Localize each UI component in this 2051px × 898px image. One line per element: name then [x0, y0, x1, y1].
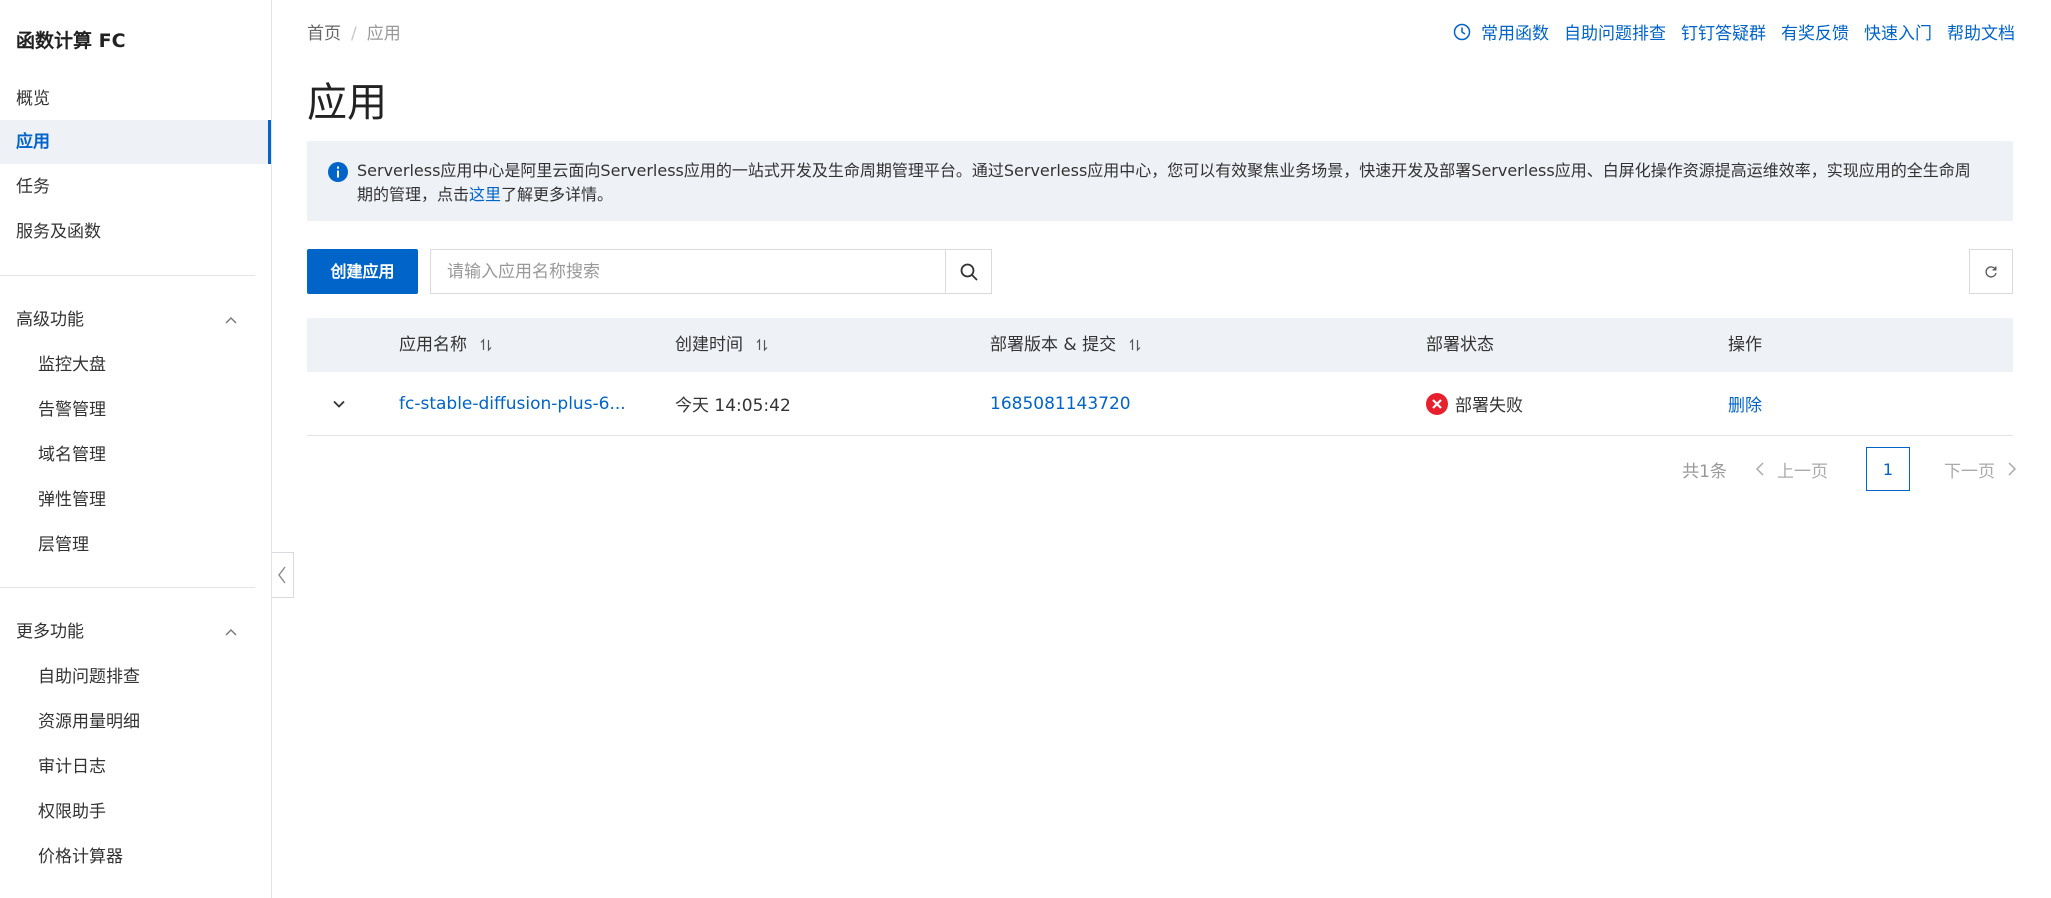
- sidebar-divider: [0, 275, 255, 276]
- app-name-link[interactable]: fc-stable-diffusion-plus-6...: [399, 372, 626, 435]
- notice-link[interactable]: 这里: [469, 185, 501, 204]
- sidebar-group-label: 高级功能: [16, 310, 84, 330]
- error-icon: [1426, 392, 1448, 415]
- sidebar-item-alert-management[interactable]: 告警管理: [0, 388, 271, 432]
- status-text: 部署失败: [1455, 396, 1523, 416]
- page-number-1[interactable]: 1: [1866, 447, 1910, 491]
- prev-page-button[interactable]: 上一页: [1755, 457, 1828, 482]
- chevron-up-icon: [225, 317, 237, 324]
- sort-icon[interactable]: [755, 338, 769, 352]
- search-button[interactable]: [945, 250, 991, 293]
- column-header-label: 应用名称: [399, 335, 467, 355]
- sort-icon[interactable]: [479, 338, 493, 352]
- table-header: 应用名称 创建时间 部署版本 & 提交 部署状态 操作: [307, 318, 2013, 372]
- link-quick-start[interactable]: 快速入门: [1864, 19, 1932, 44]
- sidebar-item-self-troubleshoot[interactable]: 自助问题排查: [0, 655, 271, 699]
- column-header-name[interactable]: 应用名称: [399, 318, 493, 372]
- deploy-version-link[interactable]: 1685081143720: [990, 372, 1131, 435]
- sidebar-item-domain-management[interactable]: 域名管理: [0, 433, 271, 477]
- link-help-docs[interactable]: 帮助文档: [1947, 19, 2015, 44]
- breadcrumb-separator: /: [351, 24, 357, 44]
- next-page-label: 下一页: [1944, 461, 1995, 482]
- table-row: fc-stable-diffusion-plus-6... 今天 14:05:4…: [307, 372, 2013, 436]
- sidebar-item-audit-log[interactable]: 审计日志: [0, 745, 271, 789]
- info-notice: Serverless应用中心是阿里云面向Serverless应用的一站式开发及生…: [307, 141, 2013, 221]
- sidebar-group-advanced[interactable]: 高级功能: [0, 298, 255, 342]
- column-header-created[interactable]: 创建时间: [675, 318, 769, 372]
- sidebar-item-elastic-management[interactable]: 弹性管理: [0, 478, 271, 522]
- sidebar-item-layer-management[interactable]: 层管理: [0, 523, 271, 567]
- sidebar-item-price-calculator[interactable]: 价格计算器: [0, 835, 271, 879]
- product-title: 函数计算 FC: [16, 30, 126, 52]
- chevron-left-icon: [278, 566, 286, 584]
- refresh-button[interactable]: [1969, 249, 2013, 294]
- chevron-right-icon: [2008, 462, 2017, 476]
- link-dingtalk-group[interactable]: 钉钉答疑群: [1681, 19, 1766, 44]
- column-header-status: 部署状态: [1426, 335, 1494, 355]
- search-box: [430, 249, 992, 294]
- sidebar-item-permission-assistant[interactable]: 权限助手: [0, 790, 271, 834]
- pagination: 共1条 上一页 1 下一页: [1682, 446, 2017, 492]
- sidebar-collapse-button[interactable]: [272, 552, 294, 598]
- clock-icon: [1453, 23, 1471, 40]
- refresh-icon: [1985, 265, 1997, 278]
- top-links: 常用函数 自助问题排查 钉钉答疑群 有奖反馈 快速入门 帮助文档: [1453, 19, 2015, 44]
- create-app-button[interactable]: 创建应用: [307, 249, 418, 294]
- delete-link[interactable]: 删除: [1728, 372, 1762, 435]
- sidebar-item-resource-usage[interactable]: 资源用量明细: [0, 700, 271, 744]
- deploy-status: 部署失败: [1426, 372, 1523, 435]
- column-header-version[interactable]: 部署版本 & 提交: [990, 318, 1142, 372]
- sidebar-item-tasks[interactable]: 任务: [0, 165, 271, 209]
- sidebar: 函数计算 FC 概览 应用 任务 服务及函数 高级功能 监控大盘 告警管理 域名…: [0, 0, 272, 898]
- breadcrumb: 首页 / 应用: [307, 19, 401, 44]
- created-time: 今天 14:05:42: [675, 396, 791, 416]
- breadcrumb-current: 应用: [366, 24, 401, 44]
- expand-row-button[interactable]: [331, 372, 347, 435]
- info-icon: [328, 162, 348, 182]
- chevron-down-icon: [333, 400, 345, 408]
- sidebar-group-label: 更多功能: [16, 622, 84, 642]
- page-title: 应用: [307, 80, 387, 126]
- sidebar-item-apps[interactable]: 应用: [0, 120, 271, 164]
- breadcrumb-home[interactable]: 首页: [307, 24, 341, 44]
- notice-text-end: 了解更多详情。: [501, 185, 614, 204]
- column-header-actions: 操作: [1728, 335, 1762, 355]
- sidebar-item-monitor-dashboard[interactable]: 监控大盘: [0, 343, 271, 387]
- prev-page-label: 上一页: [1777, 461, 1828, 482]
- column-header-label: 创建时间: [675, 335, 743, 355]
- search-input[interactable]: [431, 250, 945, 293]
- sidebar-group-more[interactable]: 更多功能: [0, 610, 255, 654]
- link-common-functions[interactable]: 常用函数: [1481, 19, 1549, 44]
- sidebar-item-overview[interactable]: 概览: [0, 77, 271, 121]
- chevron-up-icon: [225, 629, 237, 636]
- column-header-label: 部署版本 & 提交: [990, 335, 1117, 355]
- chevron-left-icon: [1755, 462, 1764, 476]
- sidebar-divider: [0, 587, 255, 588]
- sort-icon[interactable]: [1128, 338, 1142, 352]
- link-feedback[interactable]: 有奖反馈: [1781, 19, 1849, 44]
- sidebar-item-services-functions[interactable]: 服务及函数: [0, 210, 271, 254]
- pagination-total: 共1条: [1682, 461, 1727, 482]
- link-self-troubleshoot[interactable]: 自助问题排查: [1564, 19, 1666, 44]
- next-page-button[interactable]: 下一页: [1944, 457, 2017, 482]
- search-icon: [960, 263, 978, 281]
